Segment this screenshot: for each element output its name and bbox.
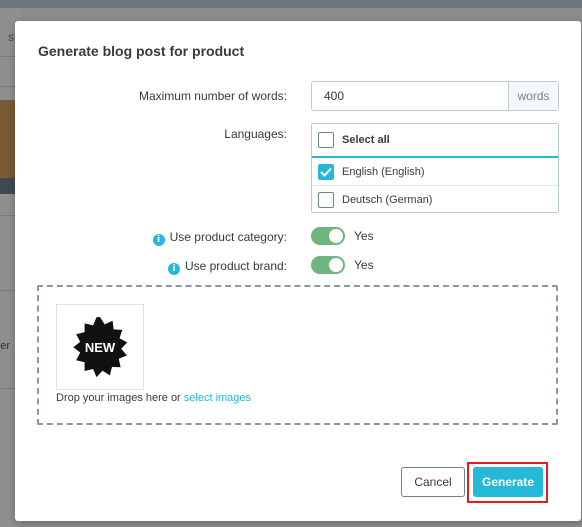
use-category-label-text: Use product category: [169,230,287,244]
select-images-link[interactable]: select images [184,392,251,404]
background-tab-fragment: s [8,30,14,44]
toggle-knob [329,258,343,272]
language-option-english[interactable]: English (English) [312,158,558,186]
background-topbar [0,0,582,8]
info-icon[interactable]: i [152,234,165,246]
new-badge-text: NEW [85,340,116,355]
dropzone-instructions: Drop your images here or [56,392,184,404]
select-all-checkbox[interactable] [318,132,334,148]
toggle-knob [329,229,343,243]
german-checkbox[interactable] [318,191,334,208]
max-words-label: Maximum number of words: [138,89,287,103]
modal-title: Generate blog post for product [38,43,245,59]
generate-blog-post-modal: Generate blog post for product Maximum n… [15,21,581,521]
info-icon[interactable]: i [167,263,180,275]
use-brand-state: Yes [354,258,374,272]
image-dropzone[interactable]: NEW Drop your images here or select imag… [37,285,558,425]
select-all-languages[interactable]: Select all [312,124,558,158]
select-all-label: Select all [342,134,390,146]
language-option-german[interactable]: Deutsch (German) [312,186,558,213]
cancel-button[interactable]: Cancel [401,467,465,497]
new-badge-icon: NEW [73,317,128,378]
use-brand-label-text: Use product brand: [184,259,287,273]
languages-list: Select all English (English) Deutsch (Ge… [311,123,559,213]
background-text-fragment: ver [0,340,10,352]
toggle-switch[interactable] [311,256,345,274]
use-category-switch[interactable]: Yes [311,227,374,245]
english-checkbox[interactable] [318,163,334,180]
use-category-label: i Use product category: [152,230,287,246]
languages-label: Languages: [224,127,287,141]
use-category-state: Yes [354,229,374,243]
toggle-switch[interactable] [311,227,345,245]
generate-button[interactable]: Generate [473,467,543,497]
max-words-input[interactable] [312,82,508,110]
image-thumbnail[interactable]: NEW [56,304,144,390]
dropzone-text: Drop your images here or select images [56,392,251,404]
max-words-input-group: words [311,81,559,111]
use-brand-switch[interactable]: Yes [311,256,374,274]
language-option-label: English (English) [342,165,425,178]
use-brand-label: i Use product brand: [167,259,287,275]
checkmark-icon [320,167,332,177]
language-option-label: Deutsch (German) [342,193,433,206]
words-unit-addon: words [508,82,558,110]
